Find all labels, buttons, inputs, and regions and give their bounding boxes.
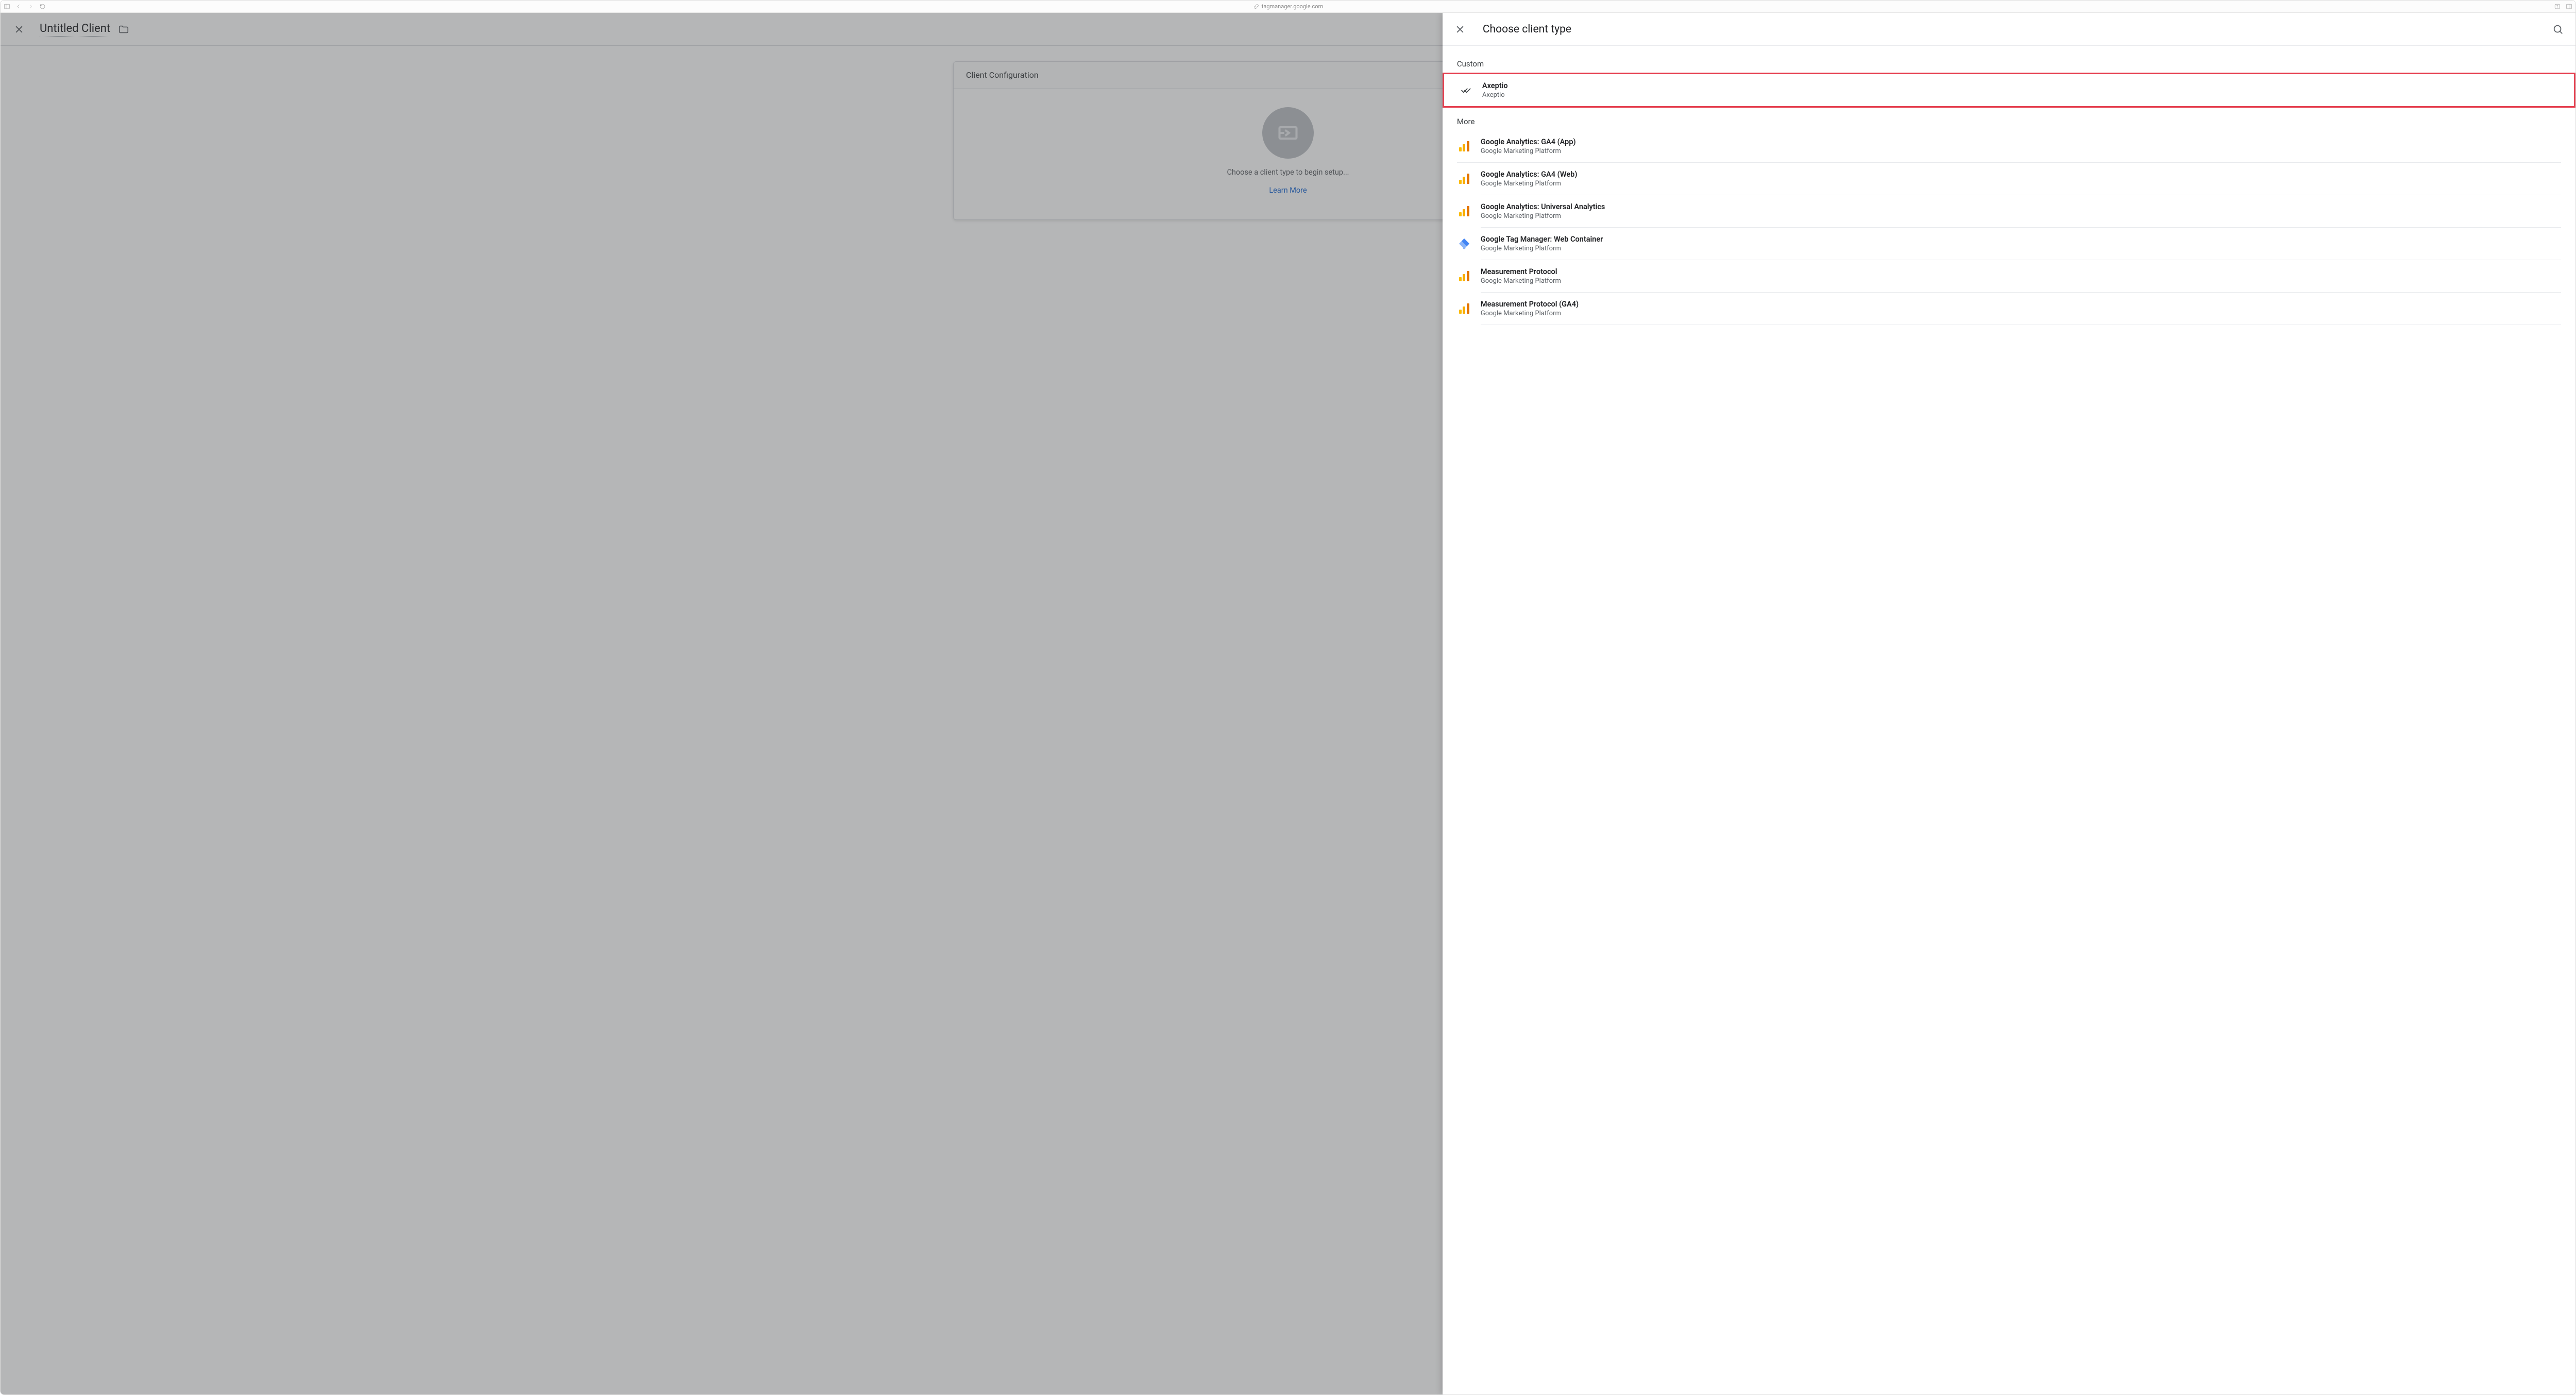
client-type-name: Measurement Protocol (GA4) (1481, 300, 1579, 309)
sidebar-toggle-icon[interactable] (4, 3, 10, 10)
client-type-gtm-web[interactable]: Google Tag Manager: Web Container Google… (1481, 228, 2561, 260)
client-type-sub: Google Marketing Platform (1481, 180, 1578, 188)
browser-toolbar: tagmanager.google.com (1, 1, 2575, 13)
reload-icon[interactable] (39, 3, 46, 10)
panels-icon[interactable] (2566, 3, 2572, 10)
client-type-axeptio[interactable]: Axeptio Axeptio (1444, 74, 2574, 106)
analytics-icon (1457, 172, 1471, 186)
client-type-sub: Axeptio (1482, 91, 1508, 99)
client-type-panel: Choose client type Custom Axeptio Axepti… (1443, 13, 2575, 1394)
tagmanager-icon (1457, 236, 1471, 251)
client-type-sub: Google Marketing Platform (1481, 147, 1576, 155)
section-more-label: More (1457, 117, 2561, 126)
client-type-ga-universal[interactable]: Google Analytics: Universal Analytics Go… (1481, 195, 2561, 228)
panel-title: Choose client type (1483, 23, 2548, 36)
client-type-name: Google Analytics: GA4 (Web) (1481, 170, 1578, 179)
client-type-sub: Google Marketing Platform (1481, 277, 1561, 285)
client-type-measurement-protocol[interactable]: Measurement Protocol Google Marketing Pl… (1481, 260, 2561, 293)
client-type-sub: Google Marketing Platform (1481, 212, 1605, 220)
client-type-name: Google Tag Manager: Web Container (1481, 235, 1603, 244)
client-type-sub: Google Marketing Platform (1481, 245, 1603, 252)
client-type-name: Measurement Protocol (1481, 267, 1561, 276)
lock-icon (1253, 3, 1260, 10)
client-type-sub: Google Marketing Platform (1481, 310, 1579, 317)
client-type-measurement-protocol-ga4[interactable]: Measurement Protocol (GA4) Google Market… (1481, 293, 2561, 325)
address-bar-url[interactable]: tagmanager.google.com (1262, 3, 1323, 10)
client-type-name: Axeptio (1482, 81, 1508, 90)
client-type-name: Google Analytics: Universal Analytics (1481, 202, 1605, 211)
close-panel-button[interactable] (1450, 19, 1470, 40)
client-type-ga4-app[interactable]: Google Analytics: GA4 (App) Google Marke… (1457, 130, 2561, 163)
forward-icon[interactable] (27, 3, 34, 10)
client-type-name: Google Analytics: GA4 (App) (1481, 138, 1576, 146)
share-icon[interactable] (2554, 3, 2561, 10)
analytics-icon (1457, 204, 1471, 218)
analytics-icon (1457, 301, 1471, 316)
analytics-icon (1457, 269, 1471, 283)
search-button[interactable] (2548, 19, 2568, 40)
analytics-icon (1457, 139, 1471, 154)
section-custom-label: Custom (1457, 59, 2561, 69)
doublecheck-icon (1459, 83, 1473, 97)
client-type-ga4-web[interactable]: Google Analytics: GA4 (Web) Google Marke… (1481, 163, 2561, 195)
highlighted-client-type: Axeptio Axeptio (1443, 73, 2575, 108)
back-icon[interactable] (15, 3, 22, 10)
